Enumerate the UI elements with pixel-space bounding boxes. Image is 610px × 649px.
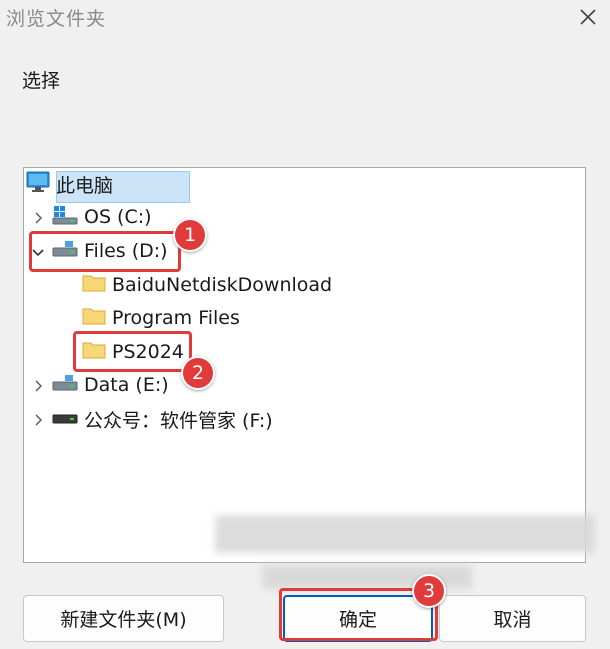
tree-item-drive-e[interactable]: Data (E:)	[52, 370, 169, 400]
chevron-right-icon[interactable]	[31, 378, 45, 392]
folder-icon	[82, 306, 106, 331]
drive-icon	[52, 372, 78, 399]
dialog-title: 浏览文件夹	[6, 8, 107, 30]
tree-item-label: BaiduNetdiskDownload	[112, 274, 333, 296]
tree-item-folder-baidu[interactable]: BaiduNetdiskDownload	[82, 270, 332, 300]
tree-item-label: Data (E:)	[84, 374, 169, 396]
folder-icon	[82, 273, 106, 298]
close-icon[interactable]	[577, 6, 599, 28]
tree-item-label: 公众号：软件管家 (F:)	[84, 409, 273, 432]
tree-item-drive-f[interactable]: 公众号：软件管家 (F:)	[52, 404, 273, 434]
step-badge-2: 2	[181, 356, 215, 390]
tree-item-drive-c[interactable]: OS (C:)	[52, 202, 152, 232]
windows-drive-icon	[52, 204, 78, 231]
step-badge-1: 1	[173, 218, 207, 252]
chevron-right-icon[interactable]	[31, 210, 45, 224]
annotation-box-1	[29, 231, 181, 272]
cancel-button[interactable]: 取消	[439, 595, 586, 642]
step-badge-3: 3	[412, 574, 446, 608]
prompt-label: 选择	[22, 70, 61, 92]
blurred-watermark	[215, 515, 595, 553]
chevron-right-icon[interactable]	[31, 412, 45, 426]
computer-icon	[26, 171, 50, 198]
tree-item-label: OS (C:)	[84, 206, 152, 228]
drive-icon	[52, 406, 78, 433]
new-folder-button[interactable]: 新建文件夹(M)	[23, 595, 224, 642]
tree-item-label: Program Files	[112, 307, 240, 329]
tree-item-folder-program-files[interactable]: Program Files	[82, 303, 240, 333]
tree-item-this-pc[interactable]: 此电脑	[26, 169, 113, 199]
tree-item-label: 此电脑	[56, 174, 114, 197]
annotation-box-2	[73, 331, 192, 372]
